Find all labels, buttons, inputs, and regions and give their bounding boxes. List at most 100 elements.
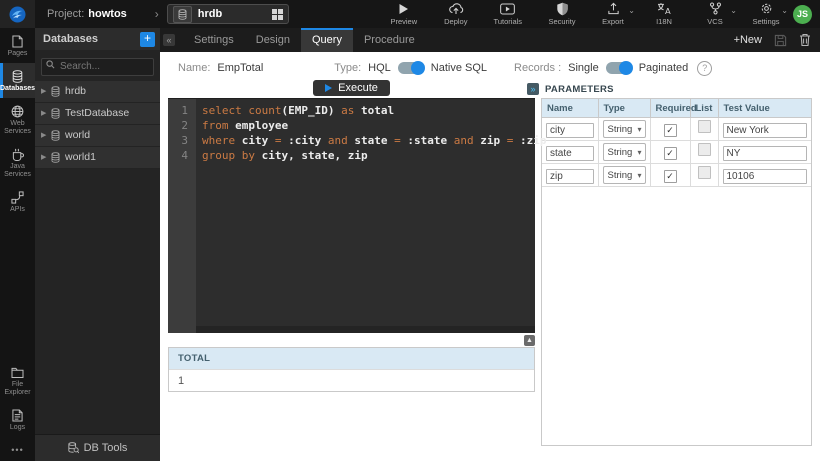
list-checkbox[interactable] bbox=[698, 166, 711, 179]
rail-item[interactable]: Logs bbox=[0, 402, 35, 437]
code-token: zip bbox=[480, 134, 507, 147]
type-label: Type: bbox=[334, 62, 361, 74]
code-token: state bbox=[354, 134, 394, 147]
grid-view-icon[interactable] bbox=[272, 9, 283, 20]
export-icon bbox=[607, 2, 620, 15]
databases-panel-fill bbox=[35, 169, 160, 435]
tab-actions: +New bbox=[734, 28, 811, 52]
query-name-value[interactable]: EmpTotal bbox=[217, 62, 263, 74]
param-type-select[interactable]: String bbox=[603, 166, 646, 184]
database-list-item[interactable]: hrdb bbox=[35, 81, 160, 103]
database-list-item[interactable]: world bbox=[35, 125, 160, 147]
collapse-panel-icon[interactable] bbox=[163, 34, 175, 46]
code-token: and bbox=[328, 134, 355, 147]
database-search-input[interactable] bbox=[41, 58, 154, 76]
type-option-hql[interactable]: HQL bbox=[368, 62, 391, 74]
new-query-button[interactable]: +New bbox=[734, 34, 762, 46]
databases-panel-header: Databases + bbox=[35, 28, 160, 50]
type-toggle[interactable] bbox=[398, 62, 424, 74]
param-name-input[interactable] bbox=[546, 123, 594, 138]
rail-item-label: Databases bbox=[0, 85, 35, 93]
records-option-single[interactable]: Single bbox=[568, 62, 599, 74]
app-logo[interactable] bbox=[0, 0, 35, 28]
db-tools-button[interactable]: DB Tools bbox=[35, 434, 160, 461]
tutorials-icon bbox=[500, 2, 515, 15]
database-list-item[interactable]: TestDatabase bbox=[35, 103, 160, 125]
expand-panel-icon[interactable] bbox=[527, 83, 539, 95]
topbar-action[interactable]: Deploy ⌄ bbox=[437, 2, 475, 26]
code-token: from bbox=[202, 119, 235, 132]
param-test-value-input[interactable] bbox=[723, 146, 808, 161]
rail-item[interactable]: Pages bbox=[0, 28, 35, 63]
required-checkbox[interactable] bbox=[664, 124, 677, 137]
rail-item[interactable]: File Explorer bbox=[0, 359, 35, 402]
topbar-action-label: Deploy bbox=[444, 17, 467, 26]
execute-button[interactable]: Execute bbox=[313, 80, 390, 96]
main-area: SettingsDesignQueryProcedure +New Nam bbox=[160, 28, 820, 461]
expand-caret-icon[interactable] bbox=[41, 87, 51, 95]
list-checkbox[interactable] bbox=[698, 120, 711, 133]
app-window: Project:howtos › hrdb Preview ⌄ Deploy ⌄ bbox=[0, 0, 820, 461]
delete-icon[interactable] bbox=[799, 33, 811, 47]
topbar-action[interactable]: A I18N ⌄ bbox=[645, 2, 683, 26]
tab[interactable]: Settings bbox=[183, 28, 245, 52]
records-toggle[interactable] bbox=[606, 62, 632, 74]
parameters-header: PARAMETERS bbox=[527, 80, 812, 98]
parameter-row: String bbox=[542, 164, 811, 187]
rail-item-label: Logs bbox=[10, 424, 25, 432]
project-breadcrumb: Project:howtos bbox=[47, 8, 127, 20]
param-type-select[interactable]: String bbox=[603, 143, 646, 161]
topbar-action[interactable]: VCS ⌄ bbox=[696, 2, 734, 26]
settings-icon bbox=[760, 2, 773, 15]
list-checkbox[interactable] bbox=[698, 143, 711, 156]
rail-item[interactable]: APIs bbox=[0, 184, 35, 219]
file-explorer-icon bbox=[11, 365, 24, 379]
rail-item-label: Web Services bbox=[3, 120, 32, 136]
tab[interactable]: Query bbox=[301, 28, 353, 52]
required-checkbox[interactable] bbox=[664, 147, 677, 160]
help-icon[interactable] bbox=[697, 61, 712, 76]
collapse-results-icon[interactable] bbox=[524, 335, 535, 346]
sql-editor[interactable]: 1 select count(EMP_ID) as total 2 from e… bbox=[168, 98, 535, 333]
more-options-icon[interactable]: ••• bbox=[0, 437, 35, 461]
topbar-action[interactable]: Tutorials ⌄ bbox=[489, 2, 527, 26]
parameters-panel: Name Type Required List Test Value bbox=[541, 98, 812, 446]
save-icon[interactable] bbox=[774, 34, 787, 47]
param-type-select[interactable]: String bbox=[603, 120, 646, 138]
column-header: Type bbox=[598, 99, 650, 118]
param-test-value-input[interactable] bbox=[723, 123, 808, 138]
database-list-item[interactable]: world1 bbox=[35, 147, 160, 169]
tab[interactable]: Design bbox=[245, 28, 301, 52]
param-test-value-input[interactable] bbox=[723, 169, 808, 184]
pages-icon bbox=[12, 34, 23, 48]
required-checkbox[interactable] bbox=[664, 170, 677, 183]
rail-item[interactable]: Web Services bbox=[0, 98, 35, 141]
topbar-action-label: VCS bbox=[707, 17, 722, 26]
topbar-action-label: Settings bbox=[752, 17, 779, 26]
param-name-input[interactable] bbox=[546, 146, 594, 161]
topbar-action[interactable]: Security ⌄ bbox=[543, 2, 581, 26]
user-avatar[interactable]: JS bbox=[793, 5, 812, 24]
database-selector[interactable]: hrdb bbox=[167, 4, 289, 24]
query-config-row: Name: EmpTotal Type: HQL Native SQL Reco… bbox=[178, 56, 812, 80]
expand-caret-icon[interactable] bbox=[41, 153, 51, 161]
topbar-action[interactable]: Settings ⌄ bbox=[747, 2, 785, 26]
code-token: = bbox=[507, 134, 520, 147]
play-icon bbox=[325, 84, 332, 92]
expand-caret-icon[interactable] bbox=[41, 109, 51, 117]
topbar-action[interactable]: Preview ⌄ bbox=[385, 2, 423, 26]
code-token: employee bbox=[235, 119, 288, 132]
topbar-action-label: Preview bbox=[390, 17, 417, 26]
expand-caret-icon[interactable] bbox=[41, 131, 51, 139]
topbar-action[interactable]: Export ⌄ bbox=[594, 2, 632, 26]
param-type-value: String bbox=[608, 170, 638, 181]
tab[interactable]: Procedure bbox=[353, 28, 426, 52]
param-name-input[interactable] bbox=[546, 169, 594, 184]
code-token: city, state, zip bbox=[262, 149, 368, 162]
type-option-nativesql[interactable]: Native SQL bbox=[431, 62, 487, 74]
rail-item-label: File Explorer bbox=[3, 381, 32, 397]
rail-item[interactable]: Java Services bbox=[0, 141, 35, 184]
add-database-button[interactable]: + bbox=[140, 32, 155, 47]
records-option-paginated[interactable]: Paginated bbox=[639, 62, 689, 74]
rail-item[interactable]: Databases bbox=[0, 63, 35, 98]
